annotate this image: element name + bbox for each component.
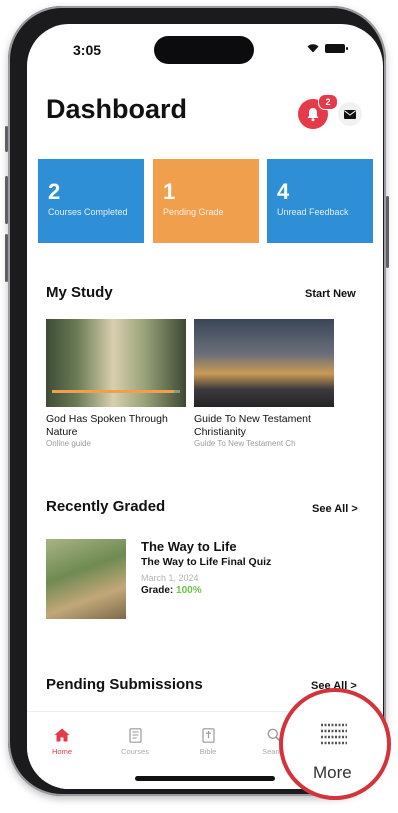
see-all-graded-link[interactable]: See All > (312, 503, 358, 515)
messages-button[interactable] (338, 102, 362, 126)
graded-quiz-title: The Way to Life Final Quiz (141, 556, 272, 568)
home-indicator (135, 776, 275, 781)
tab-home[interactable]: Home (37, 726, 87, 756)
my-study-title: My Study (46, 284, 113, 301)
start-new-link[interactable]: Start New (305, 288, 356, 300)
stat-number: 2 (48, 179, 61, 204)
study-progress-track (52, 390, 180, 393)
study-thumbnail (194, 319, 334, 407)
study-progress-fill (52, 390, 174, 393)
graded-item[interactable]: The Way to Life The Way to Life Final Qu… (141, 539, 271, 596)
tab-bible[interactable]: Bible (183, 726, 233, 756)
study-thumbnail (46, 319, 186, 407)
study-card[interactable]: Guide To New Testament Christianity Guid… (194, 319, 334, 448)
bible-icon (201, 727, 215, 743)
status-time: 3:05 (73, 42, 102, 58)
graded-date: March 1, 2024 (141, 573, 199, 583)
stat-label: Pending Grade (163, 207, 224, 217)
bell-icon (307, 107, 319, 121)
phone-frame: 3:05 Dashboard 2 2 Courses Completed 1 P… (5, 6, 389, 796)
book-icon (128, 727, 142, 743)
mail-icon (344, 109, 356, 119)
volume-down-button (5, 234, 8, 282)
menu-grid-icon (321, 723, 347, 745)
graded-score: Grade: 100% (141, 585, 271, 596)
dynamic-island (154, 36, 254, 64)
app-screen: 3:05 Dashboard 2 2 Courses Completed 1 P… (27, 24, 383, 789)
stat-label: Unread Feedback (277, 207, 349, 217)
study-subtitle: Online guide (46, 439, 91, 449)
study-title: Guide To New Testament Christianity (194, 413, 311, 438)
status-icons (307, 43, 348, 53)
page-title: Dashboard (46, 94, 188, 124)
stat-label: Courses Completed (48, 207, 128, 217)
stat-unread-feedback[interactable]: 4 Unread Feedback (267, 159, 373, 243)
tab-label: Home (51, 747, 72, 756)
notification-badge: 2 (318, 94, 338, 110)
power-button (386, 196, 389, 268)
grade-label: Grade: (141, 585, 174, 596)
pending-submissions-title: Pending Submissions (46, 676, 203, 693)
tab-label: Bible (199, 747, 217, 756)
more-tab-label[interactable]: More (313, 763, 352, 783)
mute-switch (5, 126, 8, 152)
stat-pending-grade[interactable]: 1 Pending Grade (153, 159, 259, 243)
stat-courses-completed[interactable]: 2 Courses Completed (38, 159, 144, 243)
stat-number: 4 (277, 179, 290, 204)
home-icon (54, 728, 70, 742)
tab-label: Courses (121, 747, 149, 756)
recently-graded-title: Recently Graded (46, 498, 166, 515)
graded-thumbnail[interactable] (46, 539, 126, 619)
more-tab[interactable] (319, 722, 349, 751)
tab-courses[interactable]: Courses (110, 726, 160, 756)
graded-course-title: The Way to Life (141, 539, 237, 554)
stat-number: 1 (163, 179, 176, 204)
volume-up-button (5, 176, 8, 224)
study-title: God Has Spoken Through Nature (46, 413, 168, 438)
study-subtitle: Guide To New Testament Ch (194, 439, 296, 449)
wifi-icon (307, 43, 319, 53)
battery-icon (325, 43, 348, 53)
grade-value: 100% (176, 585, 202, 596)
study-card[interactable]: God Has Spoken Through Nature Online gui… (46, 319, 186, 448)
